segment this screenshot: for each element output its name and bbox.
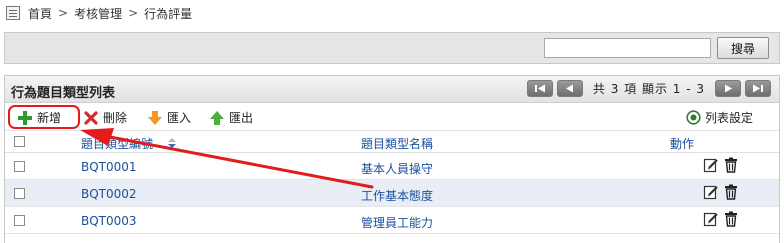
column-actions-header: 動作 <box>670 137 695 151</box>
breadcrumb: 首頁 > 考核管理 > 行為評量 <box>6 4 192 22</box>
edit-icon[interactable] <box>703 184 719 200</box>
breadcrumb-current: 行為評量 <box>144 6 193 21</box>
add-button[interactable]: 新增 <box>17 109 61 126</box>
trash-icon[interactable] <box>723 184 739 200</box>
list-header: 行為題目類型列表 共 3 項 顯示 1 - 3 <box>5 76 779 103</box>
edit-icon[interactable] <box>703 211 719 227</box>
search-button[interactable]: 搜尋 <box>717 37 769 59</box>
delete-label: 刪除 <box>103 111 128 125</box>
row-code[interactable]: BQT0001 <box>81 160 137 174</box>
trash-icon[interactable] <box>723 157 739 173</box>
pager: 共 3 項 顯示 1 - 3 <box>526 80 771 97</box>
trash-icon[interactable] <box>723 211 739 227</box>
table-row: BQT0003 管理員工能力 <box>5 207 779 234</box>
row-actions <box>703 211 739 227</box>
plus-icon <box>17 110 33 126</box>
select-all-checkbox[interactable] <box>14 136 25 147</box>
sort-icon[interactable] <box>168 137 176 151</box>
breadcrumb-icon <box>6 6 20 20</box>
breadcrumb-separator: > <box>128 6 139 20</box>
row-code[interactable]: BQT0003 <box>81 214 137 228</box>
pager-status: 共 3 項 顯示 1 - 3 <box>592 82 705 96</box>
import-label: 匯入 <box>167 111 192 125</box>
x-icon <box>83 110 99 126</box>
arrow-down-icon <box>147 110 163 126</box>
export-label: 匯出 <box>229 111 254 125</box>
column-name-header[interactable]: 題目類型名稱 <box>361 135 433 152</box>
list-title: 行為題目類型列表 <box>11 86 116 101</box>
breadcrumb-assessment[interactable]: 考核管理 <box>74 5 122 22</box>
breadcrumb-home[interactable]: 首頁 <box>28 5 52 22</box>
arrow-up-icon <box>209 110 225 126</box>
row-name[interactable]: 基本人員操守 <box>361 160 433 177</box>
row-checkbox[interactable] <box>14 161 25 172</box>
settings-icon <box>685 110 701 126</box>
row-actions <box>703 184 739 200</box>
search-bar: 搜尋 <box>4 32 780 64</box>
first-page-icon[interactable] <box>526 80 553 97</box>
table-row: BQT0002 工作基本態度 <box>5 180 779 207</box>
row-name[interactable]: 工作基本態度 <box>361 187 433 204</box>
table-header: 題目類型編號 題目類型名稱 動作 <box>5 131 779 153</box>
list-settings-button[interactable]: 列表設定 <box>685 109 753 126</box>
row-checkbox[interactable] <box>14 215 25 226</box>
list-toolbar: 新增 刪除 匯入 匯出 列表設定 <box>5 103 779 131</box>
add-label: 新增 <box>37 111 62 125</box>
prev-page-icon[interactable] <box>556 80 583 97</box>
list-settings-label: 列表設定 <box>705 111 754 125</box>
delete-button[interactable]: 刪除 <box>83 109 127 126</box>
breadcrumb-separator: > <box>58 6 69 20</box>
column-code-header[interactable]: 題目類型編號 <box>81 135 153 152</box>
next-page-icon[interactable] <box>715 80 741 97</box>
row-checkbox[interactable] <box>14 188 25 199</box>
row-code[interactable]: BQT0002 <box>81 187 137 201</box>
edit-icon[interactable] <box>703 157 719 173</box>
row-name[interactable]: 管理員工能力 <box>361 214 433 231</box>
table-row: BQT0001 基本人員操守 <box>5 153 779 180</box>
list-panel: 行為題目類型列表 共 3 項 顯示 1 - 3 新增 刪除 匯入 匯出 列表設定… <box>4 75 780 243</box>
import-button[interactable]: 匯入 <box>147 109 191 126</box>
search-input[interactable] <box>544 38 711 58</box>
last-page-icon[interactable] <box>745 80 771 97</box>
row-actions <box>703 157 739 173</box>
export-button[interactable]: 匯出 <box>209 109 253 126</box>
